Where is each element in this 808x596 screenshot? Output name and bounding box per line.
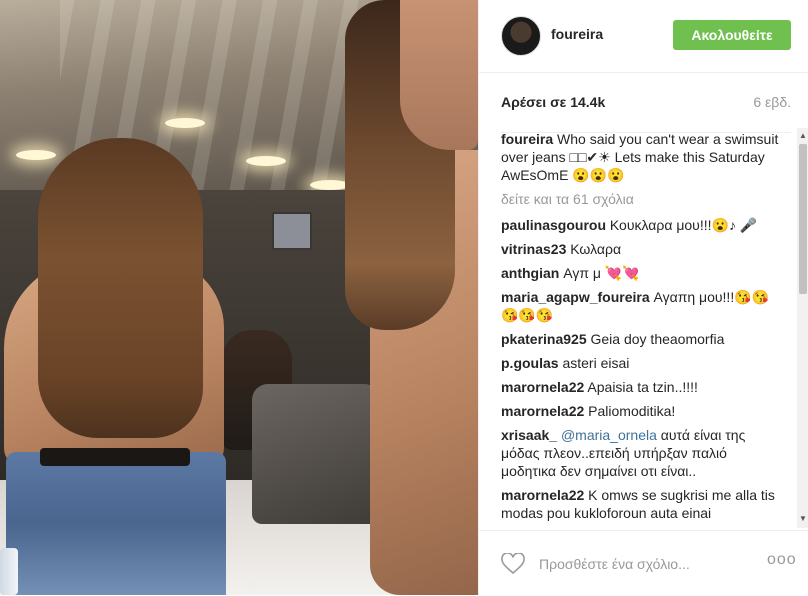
photo-lamp <box>246 156 286 166</box>
comment-username[interactable]: marornela22 <box>501 487 584 503</box>
comments-list: foureira Who said you can't wear a swims… <box>501 130 779 526</box>
heart-icon[interactable] <box>501 553 525 575</box>
list-item: p.goulas asteri eisai <box>501 354 779 372</box>
comment-username[interactable]: xrisaak_ <box>501 427 557 443</box>
list-item: maria_agapw_foureira Αγαπη μου!!!😘😘😘😘😘 <box>501 288 779 324</box>
photo-lamp <box>16 150 56 160</box>
avatar[interactable] <box>501 16 541 56</box>
comment-text: Αγπ μ 💘💘 <box>563 265 640 281</box>
list-item: pkaterina925 Geia doy theaomorfia <box>501 330 779 348</box>
view-all-comments-link[interactable]: δείτε και τα 61 σχόλια <box>501 190 779 208</box>
comment-username[interactable]: maria_agapw_foureira <box>501 289 650 305</box>
caption-username[interactable]: foureira <box>501 131 553 147</box>
post-age[interactable]: 6 εβδ. <box>753 94 791 110</box>
comment-text: asteri eisai <box>562 355 630 371</box>
comment-username[interactable]: vitrinas23 <box>501 241 566 257</box>
likes-count[interactable]: Αρέσει σε 14.4k <box>501 94 605 110</box>
comment-input[interactable] <box>537 553 741 575</box>
post-header: foureira Ακολουθείτε <box>479 0 808 73</box>
list-item: marornela22 K omws se sugkrisi me alla t… <box>501 486 779 522</box>
comment-username[interactable]: anthgian <box>501 265 559 281</box>
photo-lamp <box>165 118 205 128</box>
comment-username[interactable]: pkaterina925 <box>501 331 587 347</box>
comment-text: Paliomoditika! <box>588 403 676 419</box>
comment-username[interactable]: marornela22 <box>501 379 584 395</box>
list-item: marornela22 Paliomoditika! <box>501 402 779 420</box>
comment-mention[interactable]: @maria_ornela <box>561 427 657 443</box>
post-sidebar: foureira Ακολουθείτε Αρέσει σε 14.4k 6 ε… <box>478 0 808 595</box>
list-item: marornela22 Apaisia ta tzin..!!!! <box>501 378 779 396</box>
post-photo[interactable] <box>0 0 478 595</box>
list-item: xrisaak_ @maria_ornela αυτά είναι της μό… <box>501 426 779 480</box>
caption: foureira Who said you can't wear a swims… <box>501 130 779 184</box>
photo-bag <box>252 384 380 524</box>
comment-username[interactable]: paulinasgourou <box>501 217 606 233</box>
scrollbar-thumb[interactable] <box>799 144 807 294</box>
more-options-icon[interactable]: ooo <box>767 551 797 569</box>
comment-text: Apaisia ta tzin..!!!! <box>587 379 698 395</box>
photo-jeans <box>6 452 226 595</box>
list-item: paulinasgourou Κουκλαρα μου!!!😮♪ 🎤 <box>501 216 779 234</box>
follow-button[interactable]: Ακολουθείτε <box>673 20 791 50</box>
photo-lamp <box>310 180 350 190</box>
likes-row: Αρέσει σε 14.4k 6 εβδ. <box>501 94 791 133</box>
comment-text: Geia doy theaomorfia <box>590 331 725 347</box>
photo-bottle <box>0 548 18 595</box>
photo-reflection-face <box>400 0 478 150</box>
scroll-up-arrow-icon[interactable]: ▲ <box>799 131 807 140</box>
photo-belt <box>40 448 190 466</box>
comment-username[interactable]: marornela22 <box>501 403 584 419</box>
post-footer: ooo <box>479 530 808 596</box>
header-username[interactable]: foureira <box>551 26 603 42</box>
list-item: vitrinas23 Κωλαρα <box>501 240 779 258</box>
comment-text: Κωλαρα <box>570 241 622 257</box>
scroll-down-arrow-icon[interactable]: ▼ <box>799 514 807 523</box>
list-item: anthgian Αγπ μ 💘💘 <box>501 264 779 282</box>
photo-woman-hair <box>38 138 203 438</box>
comment-username[interactable]: p.goulas <box>501 355 559 371</box>
photo-window <box>272 212 312 250</box>
comment-text: Κουκλαρα μου!!!😮♪ 🎤 <box>609 217 758 233</box>
